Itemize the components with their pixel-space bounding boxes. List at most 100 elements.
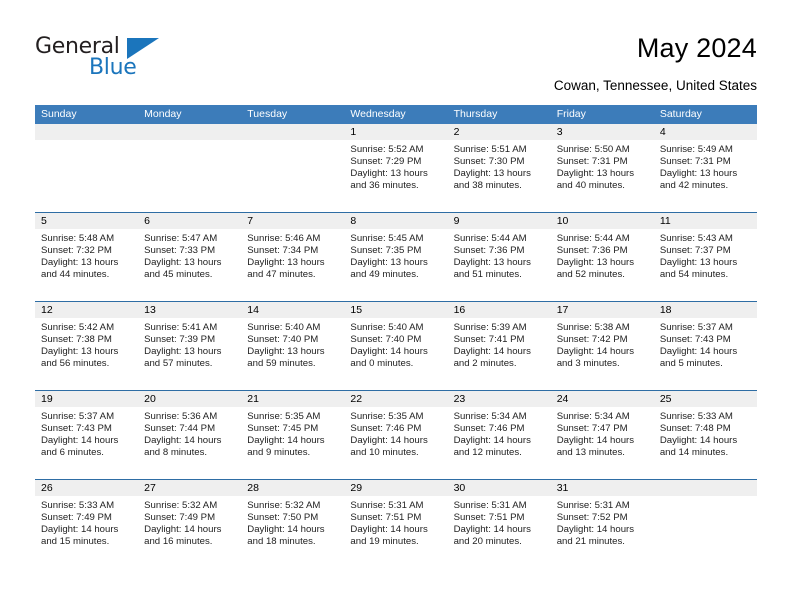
- day-detail-line: Sunrise: 5:35 AM: [350, 411, 424, 422]
- day-details: Sunrise: 5:47 AM Sunset: 7:33 PM Daylight:…: [138, 229, 241, 281]
- day-cell[interactable]: 14 Sunrise: 5:40 AM Sunset: 7:40 PM Dayligh…: [241, 302, 345, 390]
- day-detail-line: Daylight: 13 hours: [41, 346, 119, 358]
- day-detail-line: Sunrise: 5:49 AM: [659, 144, 733, 155]
- day-cell[interactable]: 20 Sunrise: 5:36 AM Sunset: 7:44 PM Dayligh…: [138, 391, 242, 479]
- day-cell[interactable]: 29 Sunrise: 5:31 AM Sunset: 7:51 PM Dayligh…: [344, 480, 448, 568]
- day-number: 27: [138, 480, 242, 496]
- day-number: 1: [344, 124, 448, 140]
- day-detail-line: Sunset: 7:36 PM: [556, 245, 628, 257]
- day-cell[interactable]: 8 Sunrise: 5:45 AM Sunset: 7:35 PM Daylight…: [344, 213, 448, 301]
- calendar-grid: Sunday Monday Tuesday Wednesday Thursday Frid…: [35, 105, 757, 568]
- day-detail-line: Sunset: 7:46 PM: [350, 423, 422, 435]
- day-detail-line: and 3 minutes.: [556, 358, 620, 370]
- day-number: 11: [653, 213, 757, 229]
- day-details: Sunrise: 5:37 AM Sunset: 7:43 PM Daylight:…: [35, 407, 138, 459]
- day-cell[interactable]: 19 Sunrise: 5:37 AM Sunset: 7:43 PM Dayligh…: [35, 391, 139, 479]
- day-detail-line: Sunset: 7:33 PM: [144, 245, 216, 257]
- day-detail-line: Daylight: 13 hours: [453, 168, 531, 180]
- day-cell[interactable]: 31 Sunrise: 5:31 AM Sunset: 7:52 PM Dayligh…: [550, 480, 654, 568]
- day-cell-empty: [241, 124, 345, 212]
- day-cell[interactable]: 9 Sunrise: 5:44 AM Sunset: 7:36 PM Daylight…: [447, 213, 551, 301]
- day-detail-line: Sunrise: 5:34 AM: [556, 411, 630, 422]
- day-detail-line: Sunrise: 5:44 AM: [453, 233, 527, 244]
- day-details: Sunrise: 5:31 AM Sunset: 7:51 PM Daylight:…: [448, 496, 551, 548]
- day-number: 18: [653, 302, 757, 318]
- day-detail-line: Sunset: 7:38 PM: [41, 334, 112, 346]
- day-cell[interactable]: 24 Sunrise: 5:34 AM Sunset: 7:47 PM Dayligh…: [550, 391, 654, 479]
- day-cell[interactable]: 25 Sunrise: 5:33 AM Sunset: 7:48 PM Dayligh…: [653, 391, 757, 479]
- day-cell[interactable]: 27 Sunrise: 5:32 AM Sunset: 7:49 PM Dayligh…: [138, 480, 242, 568]
- day-number: 17: [550, 302, 654, 318]
- day-number: 22: [344, 391, 448, 407]
- day-detail-line: and 40 minutes.: [556, 180, 625, 192]
- general-blue-logo: General Blue: [35, 34, 235, 84]
- day-detail-line: Sunset: 7:51 PM: [453, 512, 525, 524]
- day-detail-line: Daylight: 14 hours: [659, 435, 738, 447]
- location-subtitle: Cowan, Tennessee, United States: [553, 78, 757, 93]
- day-details: Sunrise: 5:35 AM Sunset: 7:45 PM Daylight:…: [241, 407, 344, 459]
- day-details: Sunrise: 5:40 AM Sunset: 7:40 PM Daylight:…: [344, 318, 447, 370]
- day-cell[interactable]: 11 Sunrise: 5:43 AM Sunset: 7:37 PM Dayligh…: [653, 213, 757, 301]
- day-detail-line: Daylight: 14 hours: [350, 346, 428, 358]
- day-cell[interactable]: 2 Sunrise: 5:51 AM Sunset: 7:30 PM Daylight…: [447, 124, 551, 212]
- day-detail-line: Sunset: 7:47 PM: [556, 423, 628, 435]
- day-detail-line: Daylight: 14 hours: [247, 524, 325, 536]
- day-details: [138, 140, 241, 144]
- day-detail-line: Sunset: 7:34 PM: [247, 245, 319, 257]
- day-details: Sunrise: 5:41 AM Sunset: 7:39 PM Daylight:…: [138, 318, 241, 370]
- day-detail-line: and 52 minutes.: [556, 269, 625, 281]
- day-cell[interactable]: 5 Sunrise: 5:48 AM Sunset: 7:32 PM Daylight…: [35, 213, 139, 301]
- day-number: 31: [550, 480, 654, 496]
- day-details: Sunrise: 5:34 AM Sunset: 7:47 PM Daylight:…: [551, 407, 654, 459]
- day-detail-line: Sunset: 7:37 PM: [659, 245, 731, 257]
- day-detail-line: and 14 minutes.: [659, 447, 729, 459]
- day-detail-line: Daylight: 14 hours: [144, 524, 222, 536]
- day-detail-line: Daylight: 13 hours: [453, 257, 531, 269]
- day-cell-empty: [138, 124, 242, 212]
- day-number: 12: [35, 302, 139, 318]
- day-cell[interactable]: 21 Sunrise: 5:35 AM Sunset: 7:45 PM Dayligh…: [241, 391, 345, 479]
- day-cell[interactable]: 18 Sunrise: 5:37 AM Sunset: 7:43 PM Dayligh…: [653, 302, 757, 390]
- day-cell[interactable]: 12 Sunrise: 5:42 AM Sunset: 7:38 PM Dayligh…: [35, 302, 139, 390]
- day-detail-line: Sunrise: 5:37 AM: [659, 322, 733, 333]
- day-number: 25: [653, 391, 757, 407]
- day-cell[interactable]: 13 Sunrise: 5:41 AM Sunset: 7:39 PM Dayligh…: [138, 302, 242, 390]
- day-cell[interactable]: 30 Sunrise: 5:31 AM Sunset: 7:51 PM Dayligh…: [447, 480, 551, 568]
- day-number: 21: [241, 391, 345, 407]
- day-number: 24: [550, 391, 654, 407]
- day-cell[interactable]: 7 Sunrise: 5:46 AM Sunset: 7:34 PM Daylight…: [241, 213, 345, 301]
- day-cell[interactable]: 26 Sunrise: 5:33 AM Sunset: 7:49 PM Dayligh…: [35, 480, 139, 568]
- day-detail-line: and 18 minutes.: [247, 536, 316, 548]
- day-detail-line: Sunset: 7:52 PM: [556, 512, 628, 524]
- day-number: 28: [241, 480, 345, 496]
- day-details: Sunrise: 5:35 AM Sunset: 7:46 PM Daylight:…: [344, 407, 447, 459]
- day-cell[interactable]: 23 Sunrise: 5:34 AM Sunset: 7:46 PM Dayligh…: [447, 391, 551, 479]
- day-details: Sunrise: 5:39 AM Sunset: 7:41 PM Daylight:…: [448, 318, 551, 370]
- day-cell[interactable]: 1 Sunrise: 5:52 AM Sunset: 7:29 PM Daylight…: [344, 124, 448, 212]
- day-number: [35, 124, 139, 140]
- day-cell[interactable]: 17 Sunrise: 5:38 AM Sunset: 7:42 PM Dayligh…: [550, 302, 654, 390]
- day-number: 7: [241, 213, 345, 229]
- day-details: Sunrise: 5:33 AM Sunset: 7:48 PM Daylight:…: [654, 407, 757, 459]
- day-number: 14: [241, 302, 345, 318]
- day-cell[interactable]: 6 Sunrise: 5:47 AM Sunset: 7:33 PM Daylight…: [138, 213, 242, 301]
- day-cell[interactable]: 3 Sunrise: 5:50 AM Sunset: 7:31 PM Daylight…: [550, 124, 654, 212]
- day-details: Sunrise: 5:38 AM Sunset: 7:42 PM Daylight:…: [551, 318, 654, 370]
- day-cell[interactable]: 28 Sunrise: 5:32 AM Sunset: 7:50 PM Dayligh…: [241, 480, 345, 568]
- day-cell[interactable]: 4 Sunrise: 5:49 AM Sunset: 7:31 PM Daylight…: [653, 124, 757, 212]
- day-cell[interactable]: 22 Sunrise: 5:35 AM Sunset: 7:46 PM Dayligh…: [344, 391, 448, 479]
- day-number: 13: [138, 302, 242, 318]
- day-cell[interactable]: 10 Sunrise: 5:44 AM Sunset: 7:36 PM Dayligh…: [550, 213, 654, 301]
- day-number: 2: [447, 124, 551, 140]
- day-detail-line: Sunrise: 5:33 AM: [659, 411, 733, 422]
- day-cell[interactable]: 15 Sunrise: 5:40 AM Sunset: 7:40 PM Dayligh…: [344, 302, 448, 390]
- day-cell[interactable]: 16 Sunrise: 5:39 AM Sunset: 7:41 PM Dayligh…: [447, 302, 551, 390]
- day-details: Sunrise: 5:32 AM Sunset: 7:50 PM Daylight:…: [241, 496, 344, 548]
- week-row: 26 Sunrise: 5:33 AM Sunset: 7:49 PM Dayligh…: [35, 479, 757, 568]
- day-detail-line: and 10 minutes.: [350, 447, 419, 459]
- day-detail-line: Sunset: 7:49 PM: [41, 512, 112, 524]
- calendar-page: General Blue May 2024 Cowan, Tennessee, …: [0, 0, 792, 612]
- day-details: Sunrise: 5:32 AM Sunset: 7:49 PM Daylight:…: [138, 496, 241, 548]
- day-number: [138, 124, 242, 140]
- day-detail-line: and 6 minutes.: [41, 447, 104, 459]
